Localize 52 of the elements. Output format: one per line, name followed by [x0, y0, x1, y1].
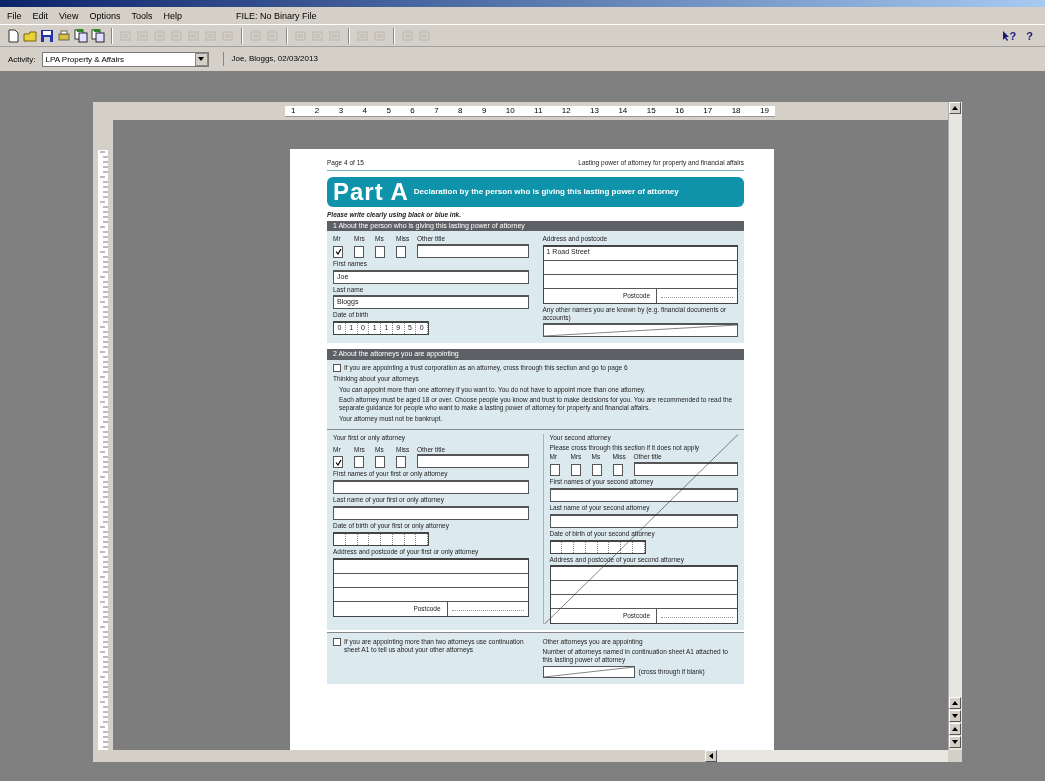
checkbox[interactable] — [591, 464, 602, 477]
input-field[interactable] — [542, 665, 635, 678]
ruler: 1 2 3 4 5 6 7 8 9 10 11 12 13 14 15 16 17 18 19 — [285, 105, 775, 117]
help-button[interactable]: ? — [1026, 29, 1033, 42]
part-subtitle: Declaration by the person who is giving this lasting power of attorney — [413, 187, 679, 197]
input-field[interactable] — [417, 454, 529, 469]
menu-item[interactable]: Options — [88, 10, 122, 21]
checkbox[interactable] — [333, 456, 343, 469]
checkbox[interactable] — [333, 245, 343, 258]
date-field[interactable] — [549, 539, 646, 554]
input-field[interactable] — [633, 462, 738, 477]
checkbox[interactable] — [396, 245, 406, 258]
menu-item[interactable]: Tools — [130, 10, 154, 21]
input-field[interactable] — [549, 487, 738, 502]
checkbox[interactable] — [375, 245, 385, 258]
menu-item[interactable]: File — [6, 10, 23, 21]
context-help-button[interactable]: ? — [1002, 29, 1017, 42]
file-label: FILE: No Binary File — [235, 10, 317, 21]
scroll-left-button[interactable] — [705, 750, 717, 762]
horizontal-scrollbar[interactable] — [705, 750, 948, 762]
activity-label: Activity: — [8, 54, 36, 64]
date-field[interactable] — [333, 531, 429, 546]
new-file-icon[interactable] — [6, 28, 20, 43]
documents-icon[interactable] — [91, 28, 105, 43]
input-field[interactable] — [333, 505, 529, 520]
scroll-up-button[interactable] — [949, 102, 961, 114]
input-field[interactable] — [333, 480, 529, 495]
vertical-scrollbar[interactable] — [948, 102, 962, 750]
input-field[interactable] — [417, 243, 529, 258]
checkbox[interactable] — [354, 456, 364, 469]
activity-dropdown[interactable]: LPA Property & Affairs — [41, 51, 209, 67]
menu-item[interactable]: View — [58, 10, 80, 21]
checkbox[interactable] — [549, 464, 560, 477]
input-field[interactable] — [542, 323, 738, 338]
menu-item[interactable]: Edit — [31, 10, 50, 21]
checkbox[interactable] — [333, 363, 341, 372]
page-down-button[interactable] — [949, 710, 961, 722]
documents-icon[interactable] — [74, 28, 88, 43]
page-up-button[interactable] — [949, 697, 961, 709]
part-title: Part A — [333, 178, 409, 205]
checkbox[interactable] — [333, 638, 341, 647]
checkbox[interactable] — [570, 464, 581, 477]
checkbox[interactable] — [375, 456, 385, 469]
save-icon[interactable] — [40, 28, 54, 43]
client-label: Joe, Bloggs, 02/03/2013 — [222, 52, 318, 66]
menu-item[interactable]: Help — [162, 10, 183, 21]
checkbox[interactable] — [612, 464, 623, 477]
input-field[interactable] — [549, 513, 738, 528]
page-up-button[interactable] — [949, 723, 961, 735]
page-down-button[interactable] — [949, 736, 961, 748]
checkbox[interactable] — [354, 245, 364, 258]
checkbox[interactable] — [396, 456, 406, 469]
